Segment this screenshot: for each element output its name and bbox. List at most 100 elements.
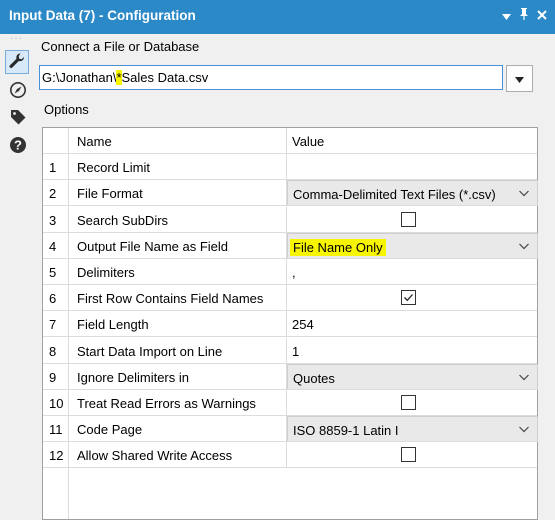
option-name: Ignore Delimiters in [77,370,189,385]
row-number: 11 [49,422,63,437]
option-name: First Row Contains Field Names [77,291,264,306]
question-icon: ? [9,136,27,157]
config-titlebar: Input Data (7) - Configuration [0,0,555,34]
option-value-cell[interactable]: File Name Only [286,233,538,259]
row-number: 5 [49,265,57,280]
tag-icon [9,108,27,129]
option-value-cell [286,442,537,468]
compass-icon [9,81,27,102]
option-row: 9 Ignore Delimiters in Quotes [43,364,538,390]
row-number: 8 [49,344,57,359]
dropdown-value: Comma-Delimited Text Files (*.csv) [293,187,496,202]
menu-dropdown-icon[interactable] [502,9,511,23]
row-number: 7 [49,317,57,332]
dropdown-text: Comma-Delimited Text Files (*.csv) [293,187,496,202]
option-name: Search SubDirs [77,213,169,228]
row-divider [43,205,537,206]
option-row: 2 File Format Comma-Delimited Text Files (… [43,180,538,206]
option-row: 11 Code Page ISO 8859-1 Latin I [43,416,538,442]
option-value-cell[interactable]: Comma-Delimited Text Files (*.csv) [286,180,538,206]
option-name: Output File Name as Field [77,239,229,254]
dropdown-text: Quotes [293,371,335,386]
header-name: Name [77,134,112,149]
option-value-cell[interactable]: , [286,259,537,285]
option-name: Treat Read Errors as Warnings [77,396,256,411]
pin-icon[interactable] [519,8,529,23]
option-value-cell[interactable]: ISO 8859-1 Latin I [286,416,538,442]
row-number: 9 [49,370,57,385]
option-value-cell [286,285,537,311]
option-value-cell [286,390,537,416]
connect-label: Connect a File or Database [41,39,200,54]
window-title: Input Data (7) - Configuration [9,8,196,23]
checkbox[interactable] [401,447,416,462]
option-value-cell[interactable]: Quotes [286,364,538,390]
grid-header-row: Name Value [43,128,537,154]
toolbar-grip[interactable]: ··· [10,33,23,44]
option-name: Allow Shared Write Access [77,448,233,463]
file-path-text: G:\Jonathan\*Sales Data.csv [42,70,208,85]
configuration-button[interactable] [5,50,29,74]
options-grid: Name Value 1 Record Limit 2 File Format Comm… [42,127,538,520]
option-row: 1 Record Limit [43,154,537,180]
chevron-down-icon [518,240,530,252]
wrench-icon [8,52,26,73]
option-value: , [292,265,296,280]
dropdown-value-highlighted: File Name Only [290,239,386,256]
option-value-cell[interactable]: 1 [286,338,537,364]
chevron-down-icon [518,371,530,383]
row-number: 6 [49,291,57,306]
file-path-dropdown-button[interactable] [506,65,533,92]
option-name: Field Length [77,317,149,332]
checkbox[interactable] [401,212,416,227]
option-row: 3 Search SubDirs [43,207,537,233]
option-dropdown[interactable]: Comma-Delimited Text Files (*.csv) [287,180,538,206]
checkbox[interactable] [401,395,416,410]
row-number: 4 [49,239,57,254]
row-number: 12 [49,448,64,463]
option-dropdown[interactable]: Quotes [287,364,538,390]
option-value-cell[interactable] [286,154,537,180]
row-number: 2 [49,186,57,201]
window-controls [502,8,547,23]
chevron-down-icon [518,187,530,199]
header-value: Value [292,134,325,149]
row-number: 1 [49,160,57,175]
option-row: 5 Delimiters, [43,259,537,285]
dropdown-value: ISO 8859-1 Latin I [293,423,399,438]
option-value: 254 [292,317,314,332]
option-name: Start Data Import on Line [77,344,223,359]
option-name: Delimiters [77,265,135,280]
dropdown-text: ISO 8859-1 Latin I [293,423,399,438]
option-row: 4 Output File Name as Field File Name Only [43,233,538,259]
dropdown-text: File Name Only [290,239,386,256]
path-suffix: Sales Data.csv [121,70,209,85]
close-icon[interactable] [537,9,547,23]
header-value-cell: Value [286,128,537,154]
checkbox-checked[interactable] [401,290,416,305]
option-name: Code Page [77,422,143,437]
config-content: Connect a File or Database G:\Jonathan\*… [34,34,555,520]
option-value-cell[interactable]: 254 [286,311,537,337]
row-divider [43,467,537,468]
option-dropdown[interactable]: ISO 8859-1 Latin I [287,416,538,442]
row-number: 10 [49,396,64,411]
metadata-button[interactable] [7,107,29,129]
dropdown-value: Quotes [293,371,335,386]
option-row: 10 Treat Read Errors as Warnings [43,390,537,416]
option-row: 12 Allow Shared Write Access [43,442,537,468]
option-value-cell [286,207,537,233]
help-button[interactable]: ? [7,135,29,157]
svg-text:?: ? [14,137,22,152]
triangle-down-icon [515,71,524,86]
option-dropdown[interactable]: File Name Only [287,233,538,259]
chevron-down-icon [518,423,530,435]
option-name: File Format [77,186,143,201]
options-label: Options [44,102,89,117]
option-name: Record Limit [77,160,150,175]
path-prefix: G:\Jonathan\ [42,70,117,85]
annotation-button[interactable] [7,80,29,102]
file-path-input[interactable]: G:\Jonathan\*Sales Data.csv [39,65,503,90]
option-value: 1 [292,344,300,359]
option-row: 8 Start Data Import on Line 1 [43,338,537,364]
